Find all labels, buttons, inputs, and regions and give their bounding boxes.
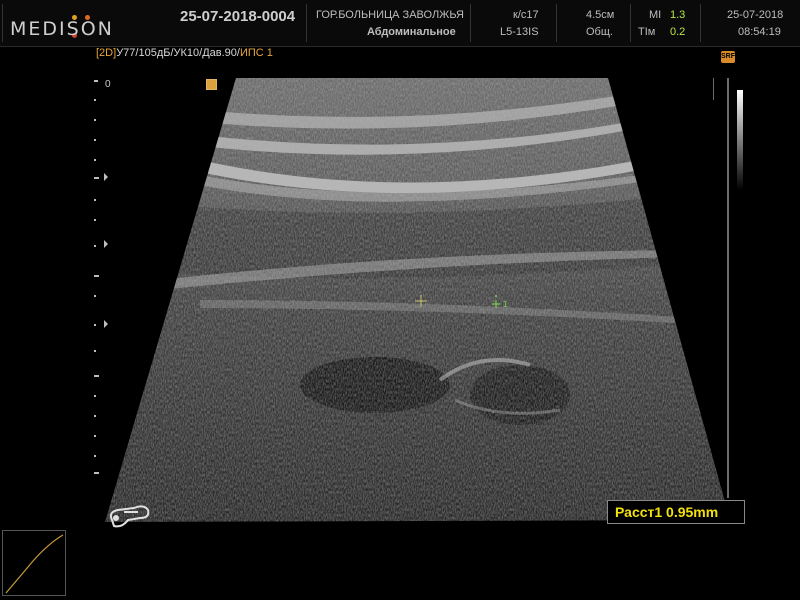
probe-orientation-icon <box>109 505 150 528</box>
caliper-end-icon[interactable]: 1 <box>490 292 510 312</box>
measurement-panel: Расст1 0.95mm <box>607 500 745 524</box>
side-scale-line <box>727 78 729 498</box>
focus-marker-icon <box>206 79 217 90</box>
depth-zero-label: 0 <box>105 79 111 90</box>
grayscale-bar <box>737 90 743 190</box>
gain-curve-thumbnail[interactable] <box>2 530 66 596</box>
side-line <box>713 78 714 100</box>
caliper-label: 1 <box>503 300 508 309</box>
measurement-result: Расст1 0.95mm <box>615 504 719 520</box>
caliper-cross-icon[interactable] <box>415 295 427 307</box>
depth-ruler <box>94 80 108 474</box>
